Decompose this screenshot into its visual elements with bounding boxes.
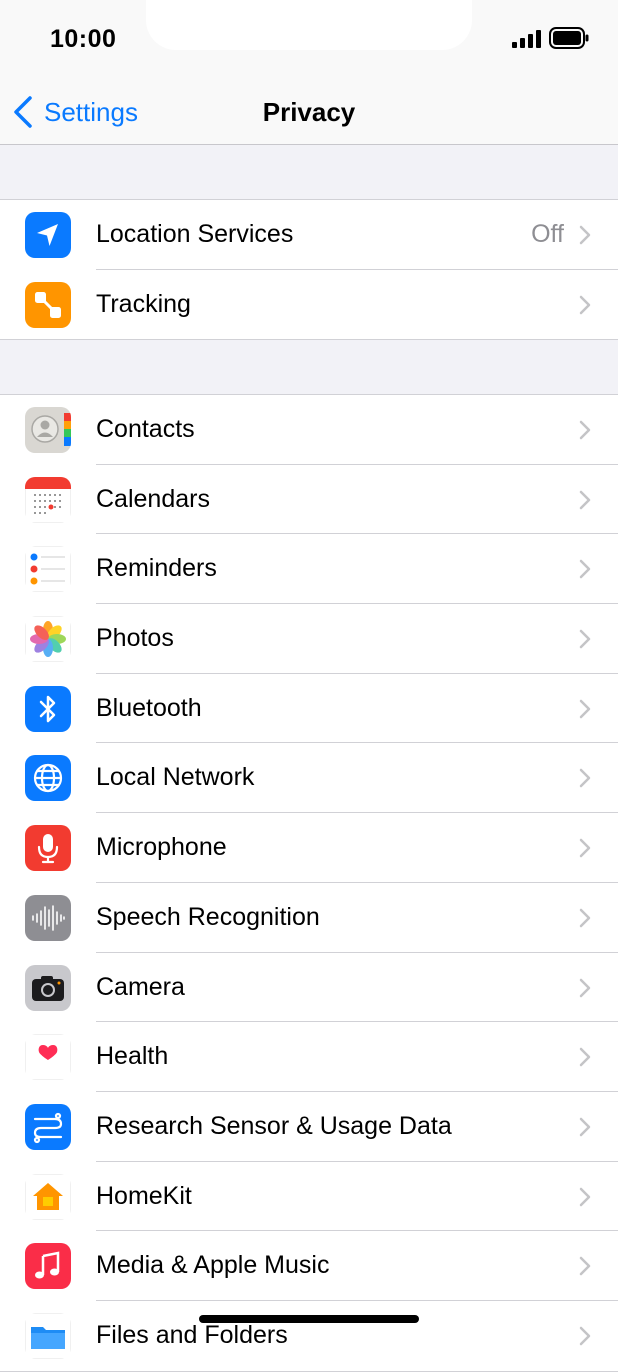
row-label: Photos [96,624,174,653]
row-local-network[interactable]: Local Network [0,743,618,814]
camera-icon [25,964,71,1011]
row-media-apple-music[interactable]: Media & Apple Music [0,1231,618,1301]
row-calendars[interactable]: Calendars [0,465,618,535]
chevron-right-icon [579,1047,591,1067]
tracking-icon [25,281,71,328]
row-label: Files and Folders [96,1320,288,1349]
row-label: Bluetooth [96,693,202,722]
row-speech-recognition[interactable]: Speech Recognition [0,883,618,953]
research-icon [25,1103,71,1150]
row-research-sensor[interactable]: Research Sensor & Usage Data [0,1092,618,1162]
chevron-right-icon [579,908,591,928]
chevron-right-icon [579,838,591,858]
row-label: Microphone [96,833,227,862]
chevron-right-icon [579,560,591,579]
folder-icon [25,1312,71,1359]
chevron-right-icon [579,629,591,649]
row-microphone[interactable]: Microphone [0,813,618,883]
chevron-right-icon [579,225,591,245]
row-label: Local Network [96,763,255,792]
chevron-right-icon [579,1187,591,1206]
row-contacts[interactable]: Contacts [0,395,618,465]
row-tracking[interactable]: Tracking [0,270,618,340]
row-location-services[interactable]: Location Services Off [0,200,618,270]
status-bar: 10:00 [0,0,618,80]
heart-icon [25,1034,71,1081]
settings-group-location: Location Services Off Tracking [0,199,618,341]
chevron-right-icon [579,769,591,788]
chevron-right-icon [579,1117,591,1137]
row-value: Off [531,220,564,248]
row-photos[interactable]: Photos [0,604,618,674]
row-label: Reminders [96,554,217,583]
row-label: HomeKit [96,1181,192,1210]
chevron-right-icon [579,295,591,314]
page-title: Privacy [262,97,356,127]
microphone-icon [25,825,71,872]
cellular-signal-icon [512,30,541,48]
row-bluetooth[interactable]: Bluetooth [0,674,618,744]
chevron-right-icon [579,420,591,440]
row-label: Camera [96,972,185,1001]
row-label: Contacts [96,415,195,443]
chevron-right-icon [579,1326,591,1346]
settings-group-permissions: Contacts Calendars Reminders Photos Blue… [0,394,618,1372]
photos-icon [25,616,71,663]
notch [146,0,472,50]
chevron-right-icon [579,978,591,997]
waveform-icon [25,894,71,941]
chevron-right-icon [579,490,591,509]
row-label: Location Services [96,220,294,248]
status-time: 10:00 [50,25,117,53]
row-label: Speech Recognition [96,902,320,931]
home-icon [25,1173,71,1220]
bluetooth-icon [25,685,71,732]
reminders-icon [25,546,71,593]
home-indicator[interactable] [199,1315,419,1323]
row-reminders[interactable]: Reminders [0,534,618,605]
row-homekit[interactable]: HomeKit [0,1162,618,1232]
music-note-icon [25,1243,71,1290]
row-label: Health [96,1042,169,1071]
navigation-bar: Settings Privacy [0,80,618,145]
chevron-right-icon [579,699,591,718]
chevron-right-icon [579,1257,591,1276]
row-files-and-folders[interactable]: Files and Folders [0,1301,618,1371]
contacts-icon [25,407,71,453]
row-label: Tracking [96,289,191,318]
row-health[interactable]: Health [0,1022,618,1092]
calendar-icon [25,476,71,523]
battery-icon [549,27,589,49]
row-camera[interactable]: Camera [0,953,618,1023]
row-label: Media & Apple Music [96,1251,330,1280]
location-arrow-icon [25,212,71,258]
row-label: Research Sensor & Usage Data [96,1111,452,1140]
row-label: Calendars [96,484,210,513]
globe-icon [25,755,71,802]
